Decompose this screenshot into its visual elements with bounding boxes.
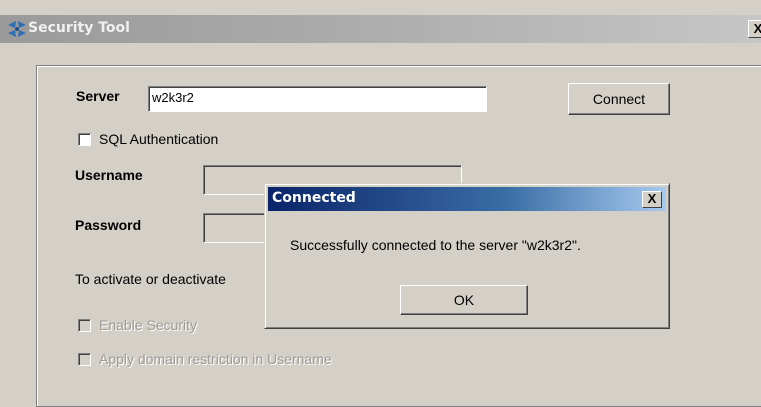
server-label: Server	[76, 88, 120, 104]
username-label: Username	[75, 167, 143, 183]
title-bar: Security Tool X	[0, 15, 761, 43]
domain-restriction-label: Apply domain restriction in Username	[99, 351, 332, 367]
ok-button[interactable]: OK	[400, 285, 528, 315]
connect-button-label: Connect	[592, 91, 646, 107]
security-app-icon	[6, 19, 28, 39]
server-input-value: w2k3r2	[152, 90, 194, 105]
close-icon: X	[647, 191, 657, 206]
domain-restriction-checkbox[interactable]	[78, 353, 91, 366]
sql-authentication-checkbox[interactable]	[78, 133, 91, 146]
window-title: Security Tool	[28, 20, 130, 36]
connected-dialog: Connected X Successfully connected to th…	[264, 183, 670, 329]
dialog-title-bar: Connected X	[268, 187, 666, 211]
connect-button[interactable]: Connect	[568, 83, 670, 115]
dialog-message: Successfully connected to the server "w2…	[290, 237, 581, 253]
server-input[interactable]: w2k3r2	[148, 86, 487, 112]
password-label: Password	[75, 217, 142, 233]
sql-authentication-label: SQL Authentication	[99, 131, 219, 147]
enable-security-checkbox[interactable]	[78, 319, 91, 332]
enable-security-label: Enable Security	[99, 317, 198, 333]
close-icon: X	[753, 21, 761, 36]
ok-button-label: OK	[453, 292, 475, 308]
dialog-close-button[interactable]: X	[642, 191, 662, 208]
activate-instruction-text: To activate or deactivate	[75, 271, 226, 287]
dialog-title: Connected	[272, 190, 356, 206]
window-close-button[interactable]: X	[748, 20, 761, 38]
